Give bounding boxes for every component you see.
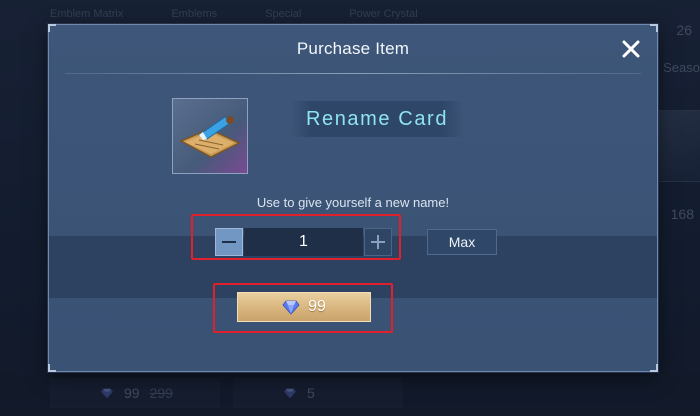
max-quantity-button[interactable]: Max [427,229,497,255]
title-divider [65,73,641,74]
increase-quantity-button[interactable] [364,228,392,256]
close-button[interactable] [619,37,643,61]
item-name-banner: Rename Card [291,101,463,137]
item-name: Rename Card [305,107,449,130]
close-icon [622,40,640,58]
item-description: Use to give yourself a new name! [256,195,450,210]
buy-button[interactable]: 99 [237,292,371,322]
buy-price: 99 [308,298,326,315]
diamond-icon [282,300,300,315]
minus-icon [222,241,236,243]
quantity-field[interactable]: 1 [244,228,363,256]
corner-ornament [650,364,658,372]
rename-card-icon [179,116,241,158]
corner-ornament [48,24,56,32]
plus-icon-vertical [377,235,379,249]
decrease-quantity-button[interactable] [215,228,243,256]
item-thumbnail [172,98,248,174]
corner-ornament [48,364,56,372]
corner-ornament [650,24,658,32]
dialog-title: Purchase Item [296,39,410,58]
